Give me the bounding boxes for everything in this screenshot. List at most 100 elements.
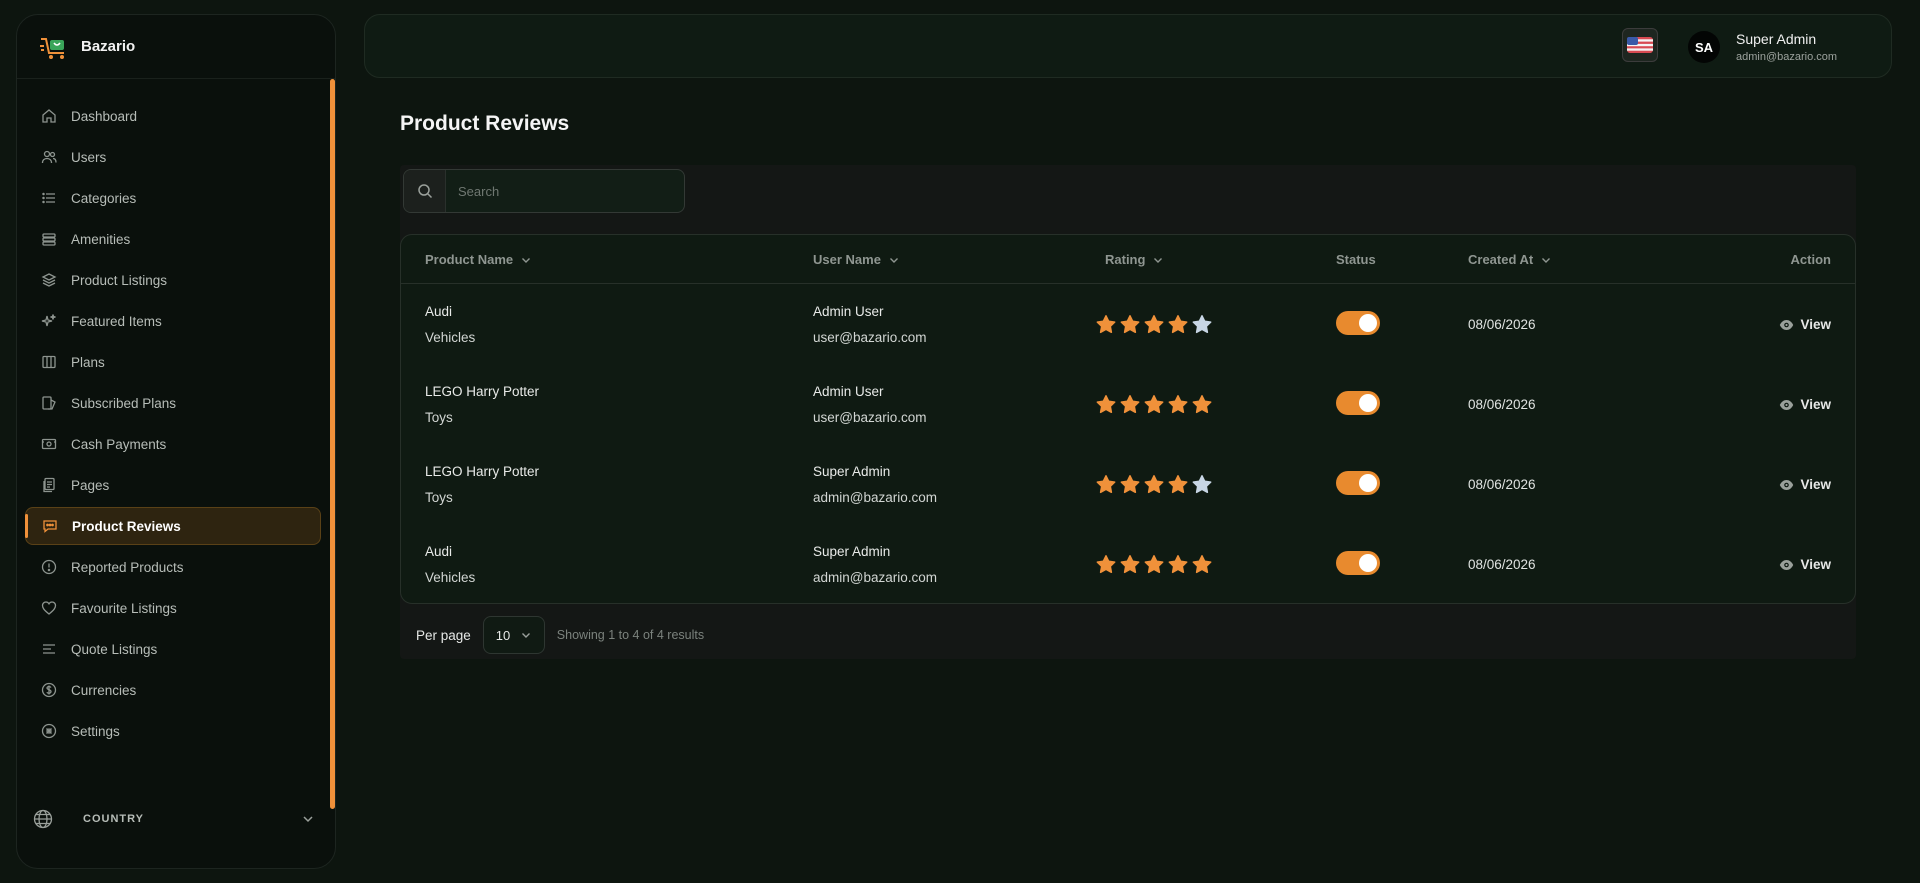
sidebar-item-cash-payments[interactable]: Cash Payments: [25, 425, 321, 463]
brand-name: Bazario: [81, 38, 136, 55]
sidebar-item-product-listings[interactable]: Product Listings: [25, 261, 321, 299]
rating-stars: [1095, 314, 1213, 336]
user-name: Admin User: [813, 384, 884, 399]
star-filled-icon: [1144, 475, 1164, 494]
header-user-name[interactable]: Super Admin: [1736, 31, 1816, 47]
sidebar-item-pages[interactable]: Pages: [25, 466, 321, 504]
sidebar-item-label: Favourite Listings: [71, 600, 177, 616]
column-label: Action: [1790, 252, 1831, 267]
country-label: COUNTRY: [83, 813, 144, 825]
sidebar-item-subscribed-plans[interactable]: Subscribed Plans: [25, 384, 321, 422]
view-button[interactable]: View: [1779, 557, 1831, 572]
status-toggle[interactable]: [1336, 311, 1380, 335]
chat-icon: [42, 518, 58, 534]
sidebar-scrollbar[interactable]: [330, 79, 335, 809]
sidebar-item-dashboard[interactable]: Dashboard: [25, 97, 321, 135]
sidebar-item-label: Plans: [71, 354, 105, 370]
created-date: 08/06/2026: [1468, 477, 1536, 492]
sidebar-item-plans[interactable]: Plans: [25, 343, 321, 381]
star-filled-icon: [1144, 395, 1164, 414]
sidebar-item-categories[interactable]: Categories: [25, 179, 321, 217]
sidebar-item-label: Product Reviews: [72, 518, 181, 534]
top-header: SA Super Admin admin@bazario.com: [364, 14, 1892, 78]
sidebar-item-amenities[interactable]: Amenities: [25, 220, 321, 258]
status-toggle[interactable]: [1336, 551, 1380, 575]
sidebar-item-label: Pages: [71, 477, 110, 493]
star-filled-icon: [1168, 555, 1188, 574]
star-filled-icon: [1120, 555, 1140, 574]
country-selector[interactable]: COUNTRY: [33, 799, 315, 839]
home-icon: [41, 108, 57, 124]
user-cell: Super Admin admin@bazario.com: [813, 524, 1073, 603]
column-header-user-name[interactable]: User Name: [813, 252, 900, 267]
user-cell: Super Admin admin@bazario.com: [813, 444, 1073, 524]
language-button[interactable]: [1622, 28, 1658, 62]
chevron-down-icon: [522, 257, 531, 263]
sidebar-item-favourite-listings[interactable]: Favourite Listings: [25, 589, 321, 627]
created-date: 08/06/2026: [1468, 557, 1536, 572]
product-category: Toys: [425, 410, 453, 425]
column-header-rating[interactable]: Rating: [1105, 252, 1164, 267]
sidebar-item-label: Subscribed Plans: [71, 395, 177, 411]
chevron-down-icon: [521, 633, 530, 638]
table-row: LEGO Harry Potter Toys Super Admin admin…: [401, 444, 1855, 524]
sidebar-item-featured-items[interactable]: Featured Items: [25, 302, 321, 340]
sidebar-item-label: Categories: [71, 190, 137, 206]
stack-icon: [41, 231, 57, 247]
sidebar-item-reported-products[interactable]: Reported Products: [25, 548, 321, 586]
sidebar-item-quote-listings[interactable]: Quote Listings: [25, 630, 321, 668]
column-header-action: Action: [1791, 252, 1831, 267]
search-box: [403, 169, 685, 213]
sidebar-item-label: Settings: [71, 723, 120, 739]
status-toggle[interactable]: [1336, 471, 1380, 495]
rating-stars: [1095, 394, 1213, 416]
view-button[interactable]: View: [1779, 397, 1831, 412]
sidebar-item-label: Cash Payments: [71, 436, 167, 452]
sidebar-item-currencies[interactable]: Currencies: [25, 671, 321, 709]
column-label: Status: [1336, 252, 1376, 267]
search-input[interactable]: [446, 183, 684, 199]
product-cell: Audi Vehicles: [425, 524, 785, 603]
star-filled-icon: [1168, 475, 1188, 494]
star-empty-icon: [1192, 475, 1212, 494]
avatar[interactable]: SA: [1688, 31, 1720, 63]
layers-icon: [41, 272, 57, 288]
toggle-knob: [1359, 314, 1377, 332]
star-filled-icon: [1120, 395, 1140, 414]
toggle-knob: [1359, 394, 1377, 412]
created-date: 08/06/2026: [1468, 317, 1536, 332]
column-header-product-name[interactable]: Product Name: [425, 252, 532, 267]
shopping-cart-logo-icon: [40, 37, 64, 59]
view-button[interactable]: View: [1779, 477, 1831, 492]
sidebar-item-settings[interactable]: Settings: [25, 712, 321, 750]
per-page-label: Per page: [416, 627, 471, 643]
view-button[interactable]: View: [1779, 317, 1831, 332]
view-label: View: [1800, 557, 1831, 572]
star-filled-icon: [1096, 315, 1116, 334]
status-toggle[interactable]: [1336, 391, 1380, 415]
per-page-select[interactable]: 10: [482, 616, 545, 654]
toggle-knob: [1359, 554, 1377, 572]
reviews-panel: Product Name User Name Rating Status Cre…: [400, 165, 1856, 659]
cash-icon: [41, 436, 57, 452]
align-left-icon: [41, 641, 57, 657]
product-cell: Audi Vehicles: [425, 284, 785, 364]
sidebar-item-users[interactable]: Users: [25, 138, 321, 176]
user-name: Admin User: [813, 304, 884, 319]
product-name: LEGO Harry Potter: [425, 384, 540, 399]
column-label: Product Name: [425, 252, 514, 267]
column-label: User Name: [813, 252, 881, 267]
sidebar-item-product-reviews[interactable]: Product Reviews: [25, 507, 321, 545]
column-header-created-at[interactable]: Created At: [1468, 252, 1552, 267]
sidebar-item-label: Dashboard: [71, 108, 138, 124]
user-email: admin@bazario.com: [813, 570, 938, 585]
table-header: Product Name User Name Rating Status Cre…: [401, 235, 1855, 284]
heart-icon: [41, 600, 57, 616]
product-cell: LEGO Harry Potter Toys: [425, 444, 785, 524]
brand[interactable]: Bazario: [17, 15, 335, 79]
pages-icon: [41, 477, 57, 493]
results-summary: Showing 1 to 4 of 4 results: [556, 628, 705, 642]
star-filled-icon: [1168, 395, 1188, 414]
subscribed-icon: [41, 395, 57, 411]
star-filled-icon: [1096, 555, 1116, 574]
